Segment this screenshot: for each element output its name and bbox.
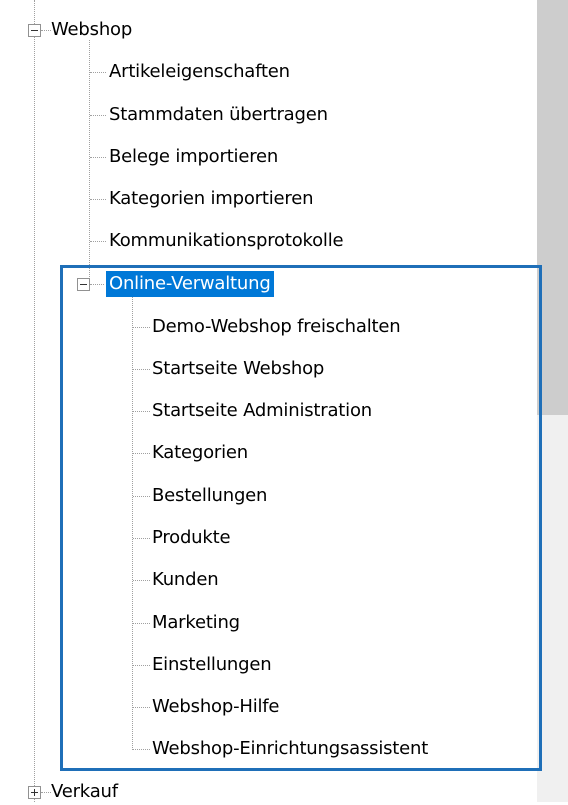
tree-node-startseite-admin[interactable]: Startseite Administration [149,398,375,424]
collapse-icon[interactable] [77,278,90,291]
tree-node-belege[interactable]: Belege importieren [106,144,281,170]
tree-connector [90,241,106,242]
tree-connector [133,623,150,624]
tree-connector [133,749,150,750]
tree-connector [133,707,150,708]
tree-node-kategorien[interactable]: Kategorien [149,440,251,466]
tree-node-einrichtungsassistent[interactable]: Webshop-Einrichtungsassistent [149,736,431,762]
tree-connector [133,665,150,666]
tree-node-stammdaten[interactable]: Stammdaten übertragen [106,102,331,128]
tree-node-bestellungen[interactable]: Bestellungen [149,483,270,509]
tree-root-line [34,0,35,802]
tree-connector [133,496,150,497]
tree-connector [90,157,106,158]
highlight-frame [60,265,542,771]
tree-node-artikeleigenschaften[interactable]: Artikeleigenschaften [106,59,293,85]
tree-node-online-verwaltung[interactable]: Online-Verwaltung [106,271,274,297]
tree-node-kommunikation[interactable]: Kommunikationsprotokolle [106,228,346,254]
tree-node-produkte[interactable]: Produkte [149,525,233,551]
collapse-icon[interactable] [28,24,41,37]
tree-node-kunden[interactable]: Kunden [149,567,221,593]
expand-icon[interactable] [28,786,41,799]
tree-connector [133,411,150,412]
tree-node-verkauf[interactable]: Verkauf [48,779,121,805]
tree-connector [90,199,106,200]
tree-connector [133,538,150,539]
tree-node-webshop[interactable]: Webshop [48,17,135,43]
tree-node-kategorien-import[interactable]: Kategorien importieren [106,186,316,212]
tree-connector [90,115,106,116]
tree-connector [133,369,150,370]
tree-connector [133,580,150,581]
tree-connector [133,327,150,328]
tree-node-einstellungen[interactable]: Einstellungen [149,652,274,678]
tree-node-webshop-hilfe[interactable]: Webshop-Hilfe [149,694,282,720]
tree-node-demo-webshop[interactable]: Demo-Webshop freischalten [149,314,403,340]
tree-node-marketing[interactable]: Marketing [149,610,243,636]
tree-connector [133,453,150,454]
tree-node-startseite-webshop[interactable]: Startseite Webshop [149,356,327,382]
tree-connector [90,72,106,73]
tree-webshop-line [89,40,90,285]
tree-connector [90,284,104,285]
